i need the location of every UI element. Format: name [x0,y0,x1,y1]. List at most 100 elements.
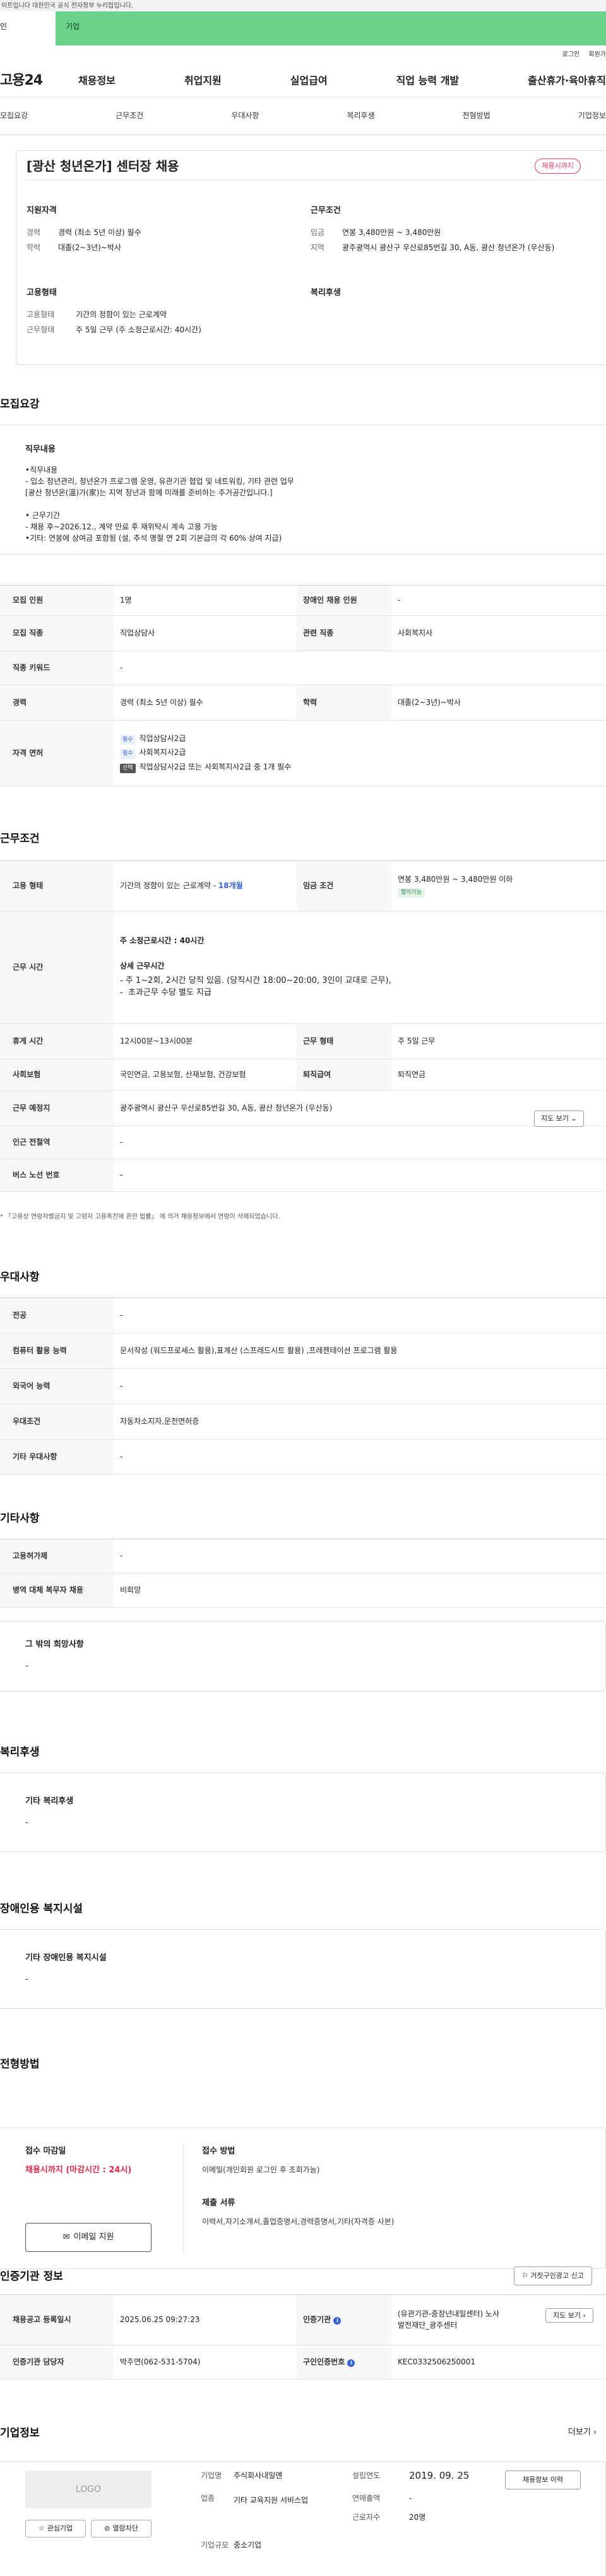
disability-facility-box: 기타 장애인용 복지시설 - [0,1929,606,2009]
email-apply-button[interactable]: ✉ 이메일 지원 [25,2223,152,2252]
agency-map-button[interactable]: 지도 보기 › [545,2308,593,2323]
subnav-preference[interactable]: 우대사항 [231,111,259,121]
report-fake-ad-button[interactable]: ⚐ 거짓구인광고 신고 [514,2266,592,2285]
cert-no-value: KEC0332506250001 [391,2345,606,2380]
tab-company[interactable]: 기업 [56,11,606,45]
favorite-company-button[interactable]: ☆ 관심기업 [25,2520,86,2537]
other-preference-label: 기타 우대사항 [0,1439,114,1475]
work-hours-value: 주 소정근로시간 : 40시간 상세 근무시간 - 주 1~2회, 2시간 당직… [114,911,606,1024]
detail-hours-line: - 초과근무 수당 별도 지급 [120,987,211,997]
detail-hours-heading: 상세 근무시간 [120,961,165,970]
site-logo[interactable]: 고용24 [0,71,78,91]
employment-permit-value: - [114,1539,606,1574]
table-row: 근무 시간 주 소정근로시간 : 40시간 상세 근무시간 - 주 1~2회, … [0,911,606,1024]
preference-section-title: 우대사항 [0,1271,40,1284]
process-section-title: 전형방법 [0,2058,40,2071]
agency-table: 채용공고 등록일시 2025.06.25 09:27:23 인증기관 i (유관… [0,2294,606,2380]
preferred-condition-value: 자동차소지자,운전면허증 [114,1404,606,1440]
subnav-conditions[interactable]: 근무조건 [116,111,143,121]
gnb-item-training[interactable]: 직업 능력 개발 [396,73,459,88]
subnav-welfare[interactable]: 복리후생 [347,111,374,121]
military-label: 병역 대체 복무자 채용 [0,1573,114,1608]
agency-manager-label: 인증기관 담당자 [0,2345,114,2380]
qualification-block: 지원자격 경력 경력 (최소 5년 이상) 필수 학력 대졸(2~3년)~박사 [27,205,298,258]
documents-value: 이력서,자기소개서,졸업증명서,경력증명서,기타(자격증 사본) [202,2217,395,2226]
job-history-button[interactable]: 채용정보 이력 [505,2471,581,2489]
established-label: 설립연도 [352,2471,381,2480]
agency-label: 인증기관 i [297,2294,391,2345]
disability-facility-value: - [25,1975,28,1984]
job-keyword-value: - [114,651,606,685]
license-name: 직업상담사2급 또는 사회복지사2급 중 1개 필수 [139,762,292,771]
mail-icon: ✉ [62,2232,70,2242]
subnav-company[interactable]: 기업정보 [578,111,606,121]
table-row: 자격 면허 필수 직업상담사2급 필수 사회복지사2급 선택 직업상담사2급 또는 사… [0,720,606,786]
retirement-label: 퇴직급여 [297,1059,391,1091]
gnb-item-benefit[interactable]: 실업급여 [290,73,328,88]
location-label: 지역 [311,243,325,253]
table-row: 모집 인원 1명 장애인 채용 인원 - [0,585,606,616]
subnav-recruit[interactable]: 모집요강 [0,111,28,121]
work-shift-value: 주 5일 근무 (주 소정근로시간: 40시간) [76,325,201,335]
workplace-map-button[interactable]: 지도 보기 ⌄ [534,1110,584,1127]
subway-label: 인근 전철역 [0,1126,114,1159]
method-heading: 접수 방법 [202,2146,235,2156]
employee-count-value: 20명 [409,2513,426,2522]
detail-hours-text: 초과근무 수당 별도 지급 [128,987,211,997]
info-icon[interactable]: i [347,2359,355,2367]
license-tag: 필수 [120,749,136,759]
block-company-button[interactable]: ⊘ 열람차단 [91,2520,152,2537]
agency-section-title: 인증기관 정보 [0,2270,63,2283]
gnb-item-leave[interactable]: 출산휴가·육아휴직 [528,73,606,88]
employee-count-label: 근로자수 [352,2513,381,2522]
info-icon[interactable]: i [333,2316,342,2325]
license-name: 사회복지사2급 [139,748,186,757]
table-row: 사회보험 국민연금, 고용보험, 산재보험, 건강보험 퇴직급여 퇴직연금 [0,1059,606,1091]
employment-permit-label: 고용허가제 [0,1539,114,1574]
documents-heading: 제출 서류 [202,2198,235,2208]
license-label: 자격 면허 [0,720,114,786]
job-title: [광산 청년온가] 센터장 채용 [27,159,179,174]
deadline-badge: 채용시까지 [535,159,581,174]
join-link[interactable]: 회원가 [588,51,606,60]
edu-value: 대졸(2~3년)~박사 [391,685,606,721]
global-nav: 고용24 채용정보 취업지원 실업급여 직업 능력 개발 출산휴가·육아휴직 [0,64,606,97]
industry-label: 업종 [201,2494,215,2503]
detail-hours-line: - 주 1~2회, 2시간 당직 있음. (당직시간 18:00~20:00, … [120,976,391,986]
license-list: 필수 직업상담사2급 필수 사회복지사2급 선택 직업상담사2급 또는 사회복지사2급… [114,720,606,786]
company-section-title: 기업정보 [0,2427,40,2440]
wage-value: 연봉 3,480만원 ~ 3,480만원 [342,227,441,237]
insurance-value: 국민연금, 고용보험, 산재보험, 건강보험 [114,1059,297,1091]
related-job-label: 관련 직종 [297,615,391,651]
workplace-label: 근무 예정지 [0,1090,114,1126]
process-box: 접수 마감일 채용시까지 (마감시간 : 24시) ✉ 이메일 지원 접수 방법 … [0,2128,606,2269]
table-row: 근무 예정지 광주광역시 광산구 우산로85번길 30, A동, 광산 청년온가… [0,1090,606,1126]
company-logo-placeholder: LOGO [25,2471,152,2508]
disability-facility-section-title: 장애인용 복지시설 [0,1903,83,1915]
welfare-box: 기타 복리후생 - [0,1773,606,1852]
deadline-value: 채용시까지 (마감시간 : 24시) [25,2165,132,2175]
gov-notice-text: 이트입니다 대한민국 공식 전자정부 누리집입니다. [1,3,134,9]
etc-table: 고용허가제 - 병역 대체 복무자 채용 비희망 [0,1539,606,1608]
gnb-item-support[interactable]: 취업지원 [184,73,222,88]
registered-at-value: 2025.06.25 09:27:23 [114,2294,297,2345]
work-hours-label: 근무 시간 [0,911,114,1024]
company-more-link[interactable]: 더보기 › [568,2427,597,2439]
shift-value: 주 5일 근무 [391,1023,606,1059]
tab-individual[interactable]: 인 [0,11,56,45]
wage-label: 임금 [311,227,325,237]
other-preference-value: - [114,1439,606,1475]
computer-skill-value: 문서작성 (워드프로세스 활용),표계산 (스프레드시트 활용) ,프레젠테이션… [114,1333,606,1369]
career-value: 경력 (최소 5년 이상) 필수 [58,227,141,237]
career-label: 경력 [27,227,41,237]
military-value: 비희망 [114,1573,606,1608]
email-apply-label: 이메일 지원 [73,2232,114,2242]
table-row: 직종 키워드 - [0,651,606,685]
gnb-item-jobs[interactable]: 채용정보 [78,73,116,88]
job-type-value: 직업상담사 [114,615,297,651]
util-links: 로그인 회원가 [0,45,606,64]
login-link[interactable]: 로그인 [562,51,580,60]
workplace-value: 광주광역시 광산구 우산로85번길 30, A동, 광산 청년온가 (우산동) [114,1090,606,1126]
employment-type-label: 고용 형태 [0,860,114,912]
subnav-process[interactable]: 전형방법 [463,111,490,121]
